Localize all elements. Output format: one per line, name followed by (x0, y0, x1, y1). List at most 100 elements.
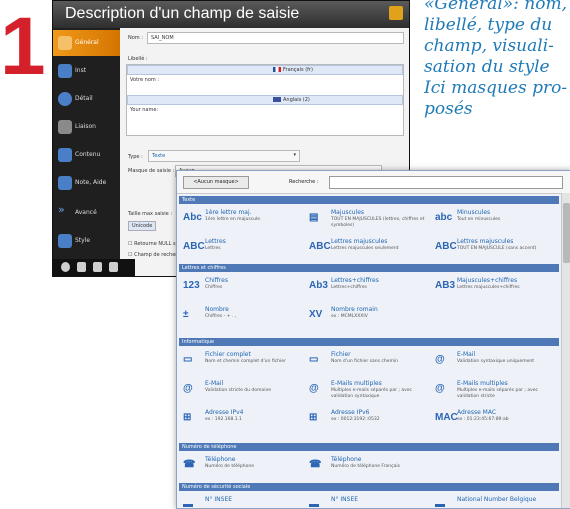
libelle-box[interactable]: Français (fr) Votre nom : Anglais (2) Yo… (126, 64, 404, 136)
popup-toolbar: <Aucun masque> Recherche : (177, 171, 570, 194)
mask-option[interactable]: ABC Lettres Lettres (181, 235, 306, 261)
mask-option-title: Nombre (205, 306, 229, 313)
advanced-icon: » (58, 203, 65, 216)
type-label: Type : (128, 154, 143, 160)
sidebar-item-avance[interactable]: » Avancé (53, 200, 120, 226)
mask-option-title: Majuscules (331, 209, 365, 216)
scrollbar-thumb[interactable] (563, 203, 570, 263)
mask-option-description: Numéro de téléphone (205, 464, 254, 469)
window-icon[interactable] (93, 262, 102, 272)
mask-option-icon: ▬ (183, 499, 193, 509)
mask-option-title: Téléphone (205, 456, 236, 463)
mask-option-description: Numéro de téléphone Français (331, 464, 400, 469)
mask-option-description: 1ère lettre en majuscule (205, 217, 261, 222)
mask-option[interactable]: Abc 1ère lettre maj. 1ère lettre en majusc… (181, 206, 306, 232)
mask-option-title: N° INSEE (205, 496, 233, 503)
mask-option-title: Majuscules+chiffres (457, 277, 518, 284)
sidebar-item-ihm[interactable]: Inst (53, 58, 120, 84)
mask-option[interactable]: XV Nombre romain ex : MCMLXXXIV (307, 303, 432, 329)
mask-option[interactable]: @ E-Mail Validation stricte du domaine (181, 377, 306, 403)
mask-option-icon: ▭ (183, 354, 193, 365)
nom-label: Nom : (128, 35, 143, 41)
mask-option[interactable]: abc Minuscules Tout en minuscules (433, 206, 558, 232)
mask-option[interactable]: ± Nombre Chiffres - + . , (181, 303, 306, 329)
flag-uk-icon (273, 97, 281, 102)
start-icon[interactable] (61, 262, 70, 272)
mask-option-icon: ▬ (309, 499, 319, 509)
section-header: Lettres et chiffres (179, 264, 559, 272)
sidebar-item-detail[interactable]: Détail (53, 86, 120, 112)
mask-option-description: Multiples e-mails séparés par ; avec val… (457, 388, 538, 399)
taille-label: Taille max saisie : (128, 211, 173, 217)
mask-option[interactable]: ABC Lettres majuscules TOUT EN MAJUSCULE (… (433, 235, 558, 261)
mask-option[interactable]: ☎ Téléphone Numéro de téléphone (181, 453, 306, 479)
sidebar-item-contenu[interactable]: Contenu (53, 142, 120, 168)
no-mask-button[interactable]: <Aucun masque> (183, 176, 249, 189)
lock-icon[interactable] (389, 6, 403, 20)
mask-option[interactable]: @ E-Mails multiples Multiples e-mails sépa… (307, 377, 432, 403)
sidebar-item-general[interactable]: Général (53, 30, 120, 56)
sidebar-item-style[interactable]: Style (53, 228, 120, 254)
caption-line: «Général»: nom, (424, 0, 567, 14)
mask-option-title: Lettres majuscules (331, 238, 388, 245)
mask-option-title: Chiffres (205, 277, 228, 284)
mask-option[interactable]: @ E-Mails multiples Multiples e-mails sépa… (433, 377, 558, 403)
mask-option-description: Multiples e-mails séparés par ; avec val… (331, 388, 412, 399)
mask-option[interactable]: ▭ Fichier Nom d'un fichier sans chemin (307, 348, 432, 374)
mask-option-description: ex : MCMLXXXIV (331, 314, 368, 319)
mask-option[interactable]: ⊞ Adresse IPv4 ex : 192.168.1.1 (181, 406, 306, 432)
mask-option-description: ex : 0012:3192::0532 (331, 417, 380, 422)
libelle-label: Libellé : (128, 56, 148, 62)
mask-option-description: Nom d'un fichier sans chemin (331, 359, 398, 364)
mask-option[interactable]: 123 Chiffres Chiffres (181, 274, 306, 300)
nom-input-value: SAI_NOM (151, 35, 174, 41)
mask-option-description: ex : 01:23:45:67:89:ab (457, 417, 509, 422)
mask-option[interactable]: ▤ Majuscules TOUT EN MAJUSCULES (lettres, … (307, 206, 432, 232)
mask-option-title: Lettres (205, 238, 226, 245)
search-label: Recherche : (289, 179, 319, 185)
mask-option[interactable]: ABC Lettres majuscules Lettres majuscules … (307, 235, 432, 261)
link-icon (58, 120, 72, 134)
champ-recherche-checkbox[interactable]: ☐ Champ de recher (128, 252, 177, 258)
nom-input[interactable]: SAI_NOM (147, 32, 404, 44)
sidebar-item-liaison[interactable]: Liaison (53, 114, 120, 140)
mask-option-icon: ▤ (309, 212, 319, 223)
mask-option-description: Lettres+chiffres (331, 285, 367, 290)
search-input[interactable] (329, 176, 563, 189)
window-icon[interactable] (109, 262, 118, 272)
mask-option[interactable]: ▭ Fichier complet Nom et chemin complet d'… (181, 348, 306, 374)
mask-option-title: E-Mails multiples (457, 380, 508, 387)
mask-option[interactable]: AB3 Majuscules+chiffres Lettres majuscules… (433, 274, 558, 300)
mask-option[interactable]: ⊞ Adresse IPv6 ex : 0012:3192::0532 (307, 406, 432, 432)
sidebar-item-label: Liaison (75, 123, 96, 130)
mask-option-icon: ABC (183, 241, 205, 252)
retourne-null-checkbox[interactable]: ☐ Retourne NULL s (128, 241, 176, 247)
app-icon[interactable] (77, 262, 86, 272)
type-select[interactable]: Texte ▾ (148, 150, 300, 162)
general-icon (58, 36, 72, 50)
caption-line: libellé, type du (424, 15, 553, 35)
scrollbar[interactable] (561, 193, 570, 508)
sidebar-item-label: Général (75, 39, 99, 46)
retourne-null-label: Retourne NULL s (134, 241, 176, 247)
unicode-button[interactable]: Unicode (128, 221, 157, 231)
sidebar-item-label: Avancé (75, 209, 97, 216)
mask-option[interactable]: ☎ Téléphone Numéro de téléphone Français (307, 453, 432, 479)
mask-option-icon: @ (183, 383, 193, 394)
mask-option[interactable]: MAC Adresse MAC ex : 01:23:45:67:89:ab (433, 406, 558, 432)
mask-option-icon: MAC (435, 412, 458, 423)
section-header: Numéro de sécurité sociale (179, 483, 559, 491)
sidebar-item-label: Détail (75, 95, 93, 102)
mask-option-icon: @ (435, 383, 445, 394)
lang-header-fr: Français (fr) (127, 65, 403, 75)
mask-option-icon: Ab3 (309, 280, 328, 291)
mask-option-description: Validation stricte du domaine (205, 388, 272, 393)
champ-recherche-label: Champ de recher (134, 252, 178, 258)
mask-option-title: Nombre romain (331, 306, 378, 313)
sidebar-item-note-aide[interactable]: Note, Aide (53, 170, 120, 196)
mask-option-description: Tout en minuscules (457, 217, 501, 222)
sidebar-item-label: Contenu (75, 151, 101, 158)
taskbar (53, 259, 135, 276)
mask-option[interactable]: Ab3 Lettres+chiffres Lettres+chiffres (307, 274, 432, 300)
mask-option[interactable]: @ E-Mail Validation syntaxique uniquement (433, 348, 558, 374)
